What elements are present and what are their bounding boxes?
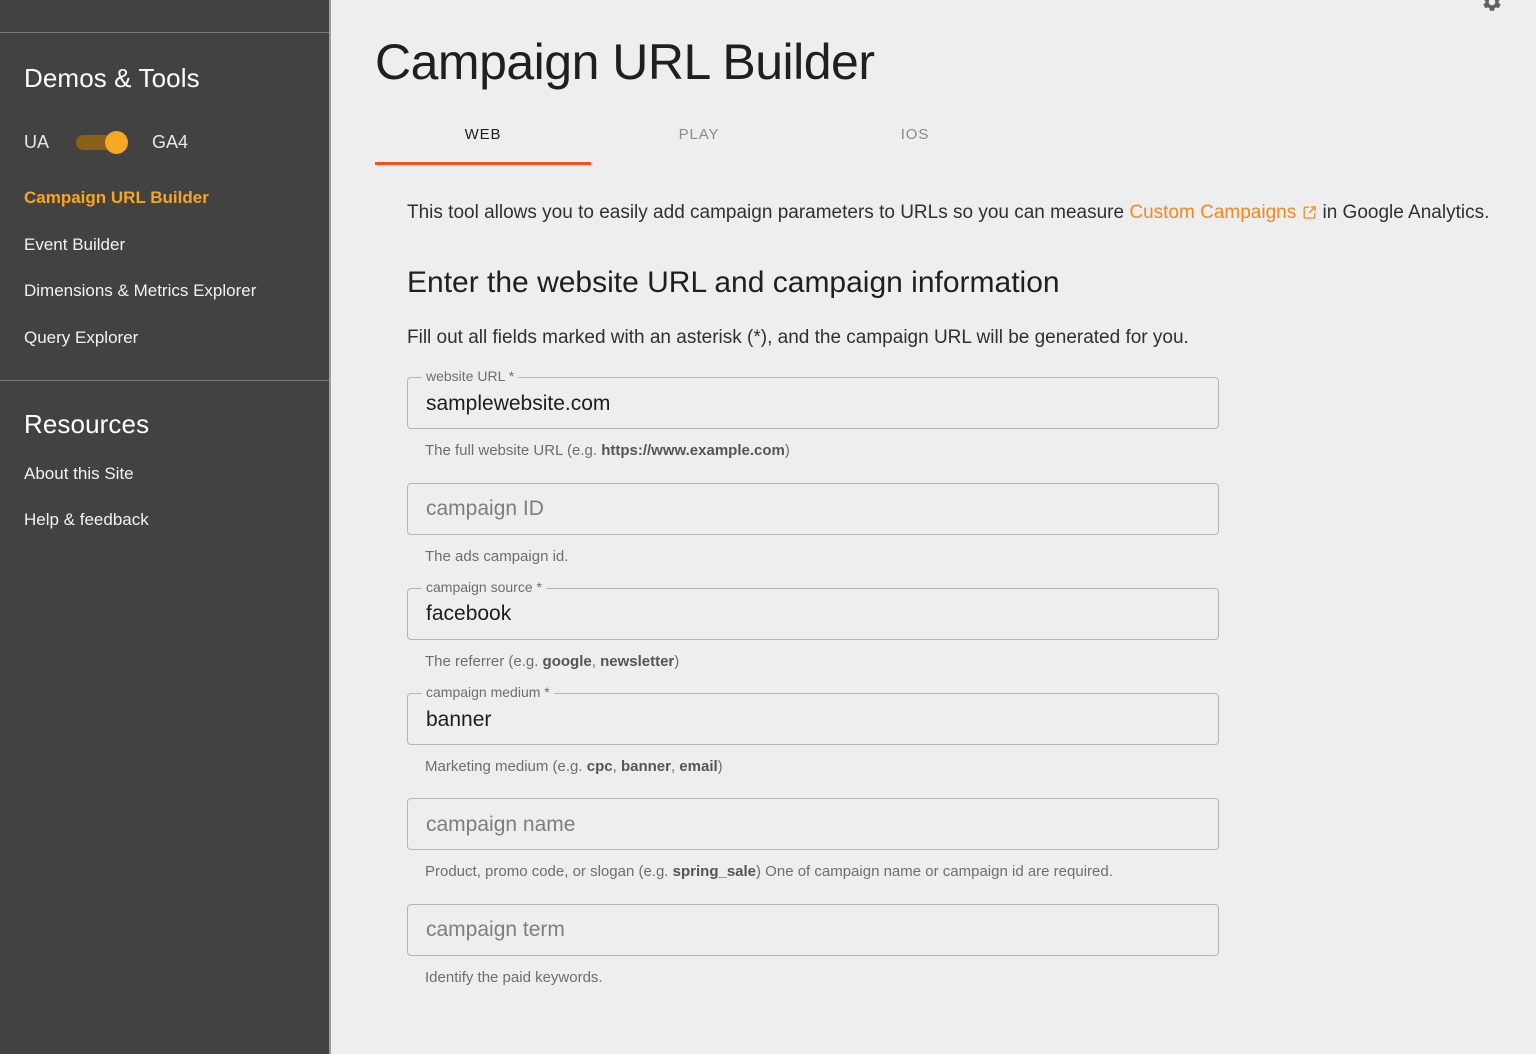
tab-play[interactable]: PLAY bbox=[591, 126, 807, 165]
field-block-campaign-term: campaign term Identify the paid keywords. bbox=[407, 903, 1492, 988]
sidebar-section-resources: Resources About this Site Help & feedbac… bbox=[0, 381, 329, 530]
campaign-id-helper-part-0: The ads campaign id. bbox=[425, 547, 569, 565]
intro-paragraph: This tool allows you to easily add campa… bbox=[407, 197, 1492, 230]
gear-icon[interactable] bbox=[1481, 0, 1503, 13]
page-title: Campaign URL Builder bbox=[375, 34, 875, 90]
sidebar-item-about-this-site[interactable]: About this Site bbox=[0, 464, 329, 484]
campaign-medium-helper-part-0: Marketing medium (e.g. bbox=[425, 758, 587, 776]
custom-campaigns-link[interactable]: Custom Campaigns bbox=[1129, 202, 1317, 223]
ua-ga4-toggle-switch[interactable] bbox=[76, 131, 128, 154]
section-heading: Enter the website URL and campaign infor… bbox=[407, 265, 1060, 299]
field-block-campaign-id: campaign ID The ads campaign id. bbox=[407, 482, 1492, 567]
campaign-medium-helper-part-5: email bbox=[679, 758, 718, 776]
sidebar-item-dimensions-metrics-explorer[interactable]: Dimensions & Metrics Explorer bbox=[0, 282, 329, 301]
tab-bar: WEB PLAY IOS bbox=[331, 126, 1536, 165]
campaign-medium-helper-part-1: cpc bbox=[586, 758, 613, 776]
campaign-name-input[interactable]: campaign name bbox=[407, 798, 1219, 851]
toggle-knob[interactable] bbox=[105, 131, 128, 154]
campaign-medium-helper-text: Marketing medium (e.g. cpc, banner, emai… bbox=[425, 757, 1492, 777]
campaign-url-builder-page: Demos & Tools UA GA4 Campaign URL Builde… bbox=[0, 0, 1536, 1054]
sidebar-nav-demos-tools: Campaign URL Builder Event Builder Dimen… bbox=[0, 188, 329, 348]
campaign-name-helper-part-1: spring_sale bbox=[672, 863, 757, 881]
field-block-campaign-source: campaign source * facebook The referrer (e… bbox=[407, 579, 1492, 672]
custom-campaigns-link-label: Custom Campaigns bbox=[1129, 202, 1297, 223]
tab-web[interactable]: WEB bbox=[375, 126, 591, 165]
sidebar-heading-demos-tools: Demos & Tools bbox=[24, 63, 200, 93]
website-url-input[interactable]: website URL * samplewebsite.com bbox=[407, 369, 1219, 430]
website-url-helper-part-2: ) bbox=[784, 442, 790, 460]
campaign-term-helper-part-0: Identify the paid keywords. bbox=[425, 968, 603, 986]
content-area: This tool allows you to easily add campa… bbox=[331, 197, 1536, 988]
campaign-id-helper-text: The ads campaign id. bbox=[425, 547, 1492, 567]
ua-ga4-toggle-row: UA GA4 bbox=[0, 129, 329, 155]
campaign-source-helper-part-0: The referrer (e.g. bbox=[425, 652, 543, 670]
fields-container: website URL * samplewebsite.com The full w… bbox=[407, 369, 1492, 988]
sidebar-item-help-feedback[interactable]: Help & feedback bbox=[0, 511, 329, 530]
campaign-medium-helper-part-6: ) bbox=[717, 758, 723, 776]
sidebar-section-demos-tools: Demos & Tools UA GA4 Campaign URL Builde… bbox=[0, 33, 329, 348]
campaign-source-helper-text: The referrer (e.g. google, newsletter) bbox=[425, 652, 1492, 672]
campaign-source-input[interactable]: campaign source * facebook bbox=[407, 579, 1219, 640]
campaign-name-placeholder: campaign name bbox=[426, 812, 576, 836]
campaign-medium-helper-part-2: , bbox=[612, 758, 621, 776]
website-url-helper-part-1: https://www.example.com bbox=[601, 442, 785, 460]
tab-ios[interactable]: IOS bbox=[807, 126, 1023, 165]
campaign-name-helper-part-2: ) One of campaign name or campaign id ar… bbox=[756, 863, 1113, 881]
intro-text-before: This tool allows you to easily add campa… bbox=[407, 202, 1130, 223]
website-url-value: samplewebsite.com bbox=[426, 391, 611, 415]
campaign-medium-helper-part-3: banner bbox=[620, 758, 671, 776]
open-in-new-icon bbox=[1302, 205, 1317, 220]
campaign-id-input[interactable]: campaign ID bbox=[407, 482, 1219, 535]
campaign-medium-input[interactable]: campaign medium * banner bbox=[407, 685, 1219, 746]
toggle-label-ga4: GA4 bbox=[152, 132, 189, 152]
main-content: Campaign URL Builder WEB PLAY IOS This t… bbox=[331, 0, 1536, 1054]
field-block-campaign-medium: campaign medium * banner Marketing medium … bbox=[407, 685, 1492, 777]
campaign-id-placeholder: campaign ID bbox=[426, 497, 544, 521]
field-block-website-url: website URL * samplewebsite.com The full w… bbox=[407, 369, 1492, 461]
campaign-source-helper-part-1: google bbox=[542, 652, 592, 670]
campaign-source-value: facebook bbox=[426, 602, 512, 626]
sidebar-heading-resources: Resources bbox=[24, 408, 150, 439]
sidebar: Demos & Tools UA GA4 Campaign URL Builde… bbox=[0, 0, 331, 1054]
campaign-name-helper-text: Product, promo code, or slogan (e.g. spr… bbox=[425, 862, 1492, 882]
instructions-text: Fill out all fields marked with an aster… bbox=[407, 326, 1189, 348]
sidebar-item-query-explorer[interactable]: Query Explorer bbox=[0, 328, 329, 348]
campaign-source-label: campaign source * bbox=[422, 579, 546, 594]
campaign-medium-label: campaign medium * bbox=[422, 685, 554, 700]
campaign-source-helper-part-2: , bbox=[591, 652, 601, 670]
campaign-term-input[interactable]: campaign term bbox=[407, 903, 1219, 956]
website-url-label: website URL * bbox=[422, 369, 519, 384]
sidebar-item-campaign-url-builder[interactable]: Campaign URL Builder bbox=[0, 188, 329, 208]
campaign-medium-value: banner bbox=[426, 707, 492, 731]
campaign-source-helper-part-3: newsletter bbox=[600, 652, 675, 670]
intro-text-after: in Google Analytics. bbox=[1317, 202, 1490, 223]
website-url-helper-part-0: The full website URL (e.g. bbox=[425, 442, 602, 460]
campaign-term-helper-text: Identify the paid keywords. bbox=[425, 968, 1492, 988]
sidebar-item-event-builder[interactable]: Event Builder bbox=[0, 235, 329, 255]
campaign-source-helper-part-4: ) bbox=[674, 652, 680, 670]
campaign-term-placeholder: campaign term bbox=[426, 918, 565, 942]
campaign-name-helper-part-0: Product, promo code, or slogan (e.g. bbox=[425, 863, 673, 881]
website-url-helper-text: The full website URL (e.g. https://www.e… bbox=[425, 441, 1492, 461]
toggle-label-ua: UA bbox=[24, 132, 50, 152]
sidebar-top-strip bbox=[0, 0, 329, 33]
sidebar-nav-resources: About this Site Help & feedback bbox=[0, 464, 329, 530]
field-block-campaign-name: campaign name Product, promo code, or slo… bbox=[407, 798, 1492, 882]
